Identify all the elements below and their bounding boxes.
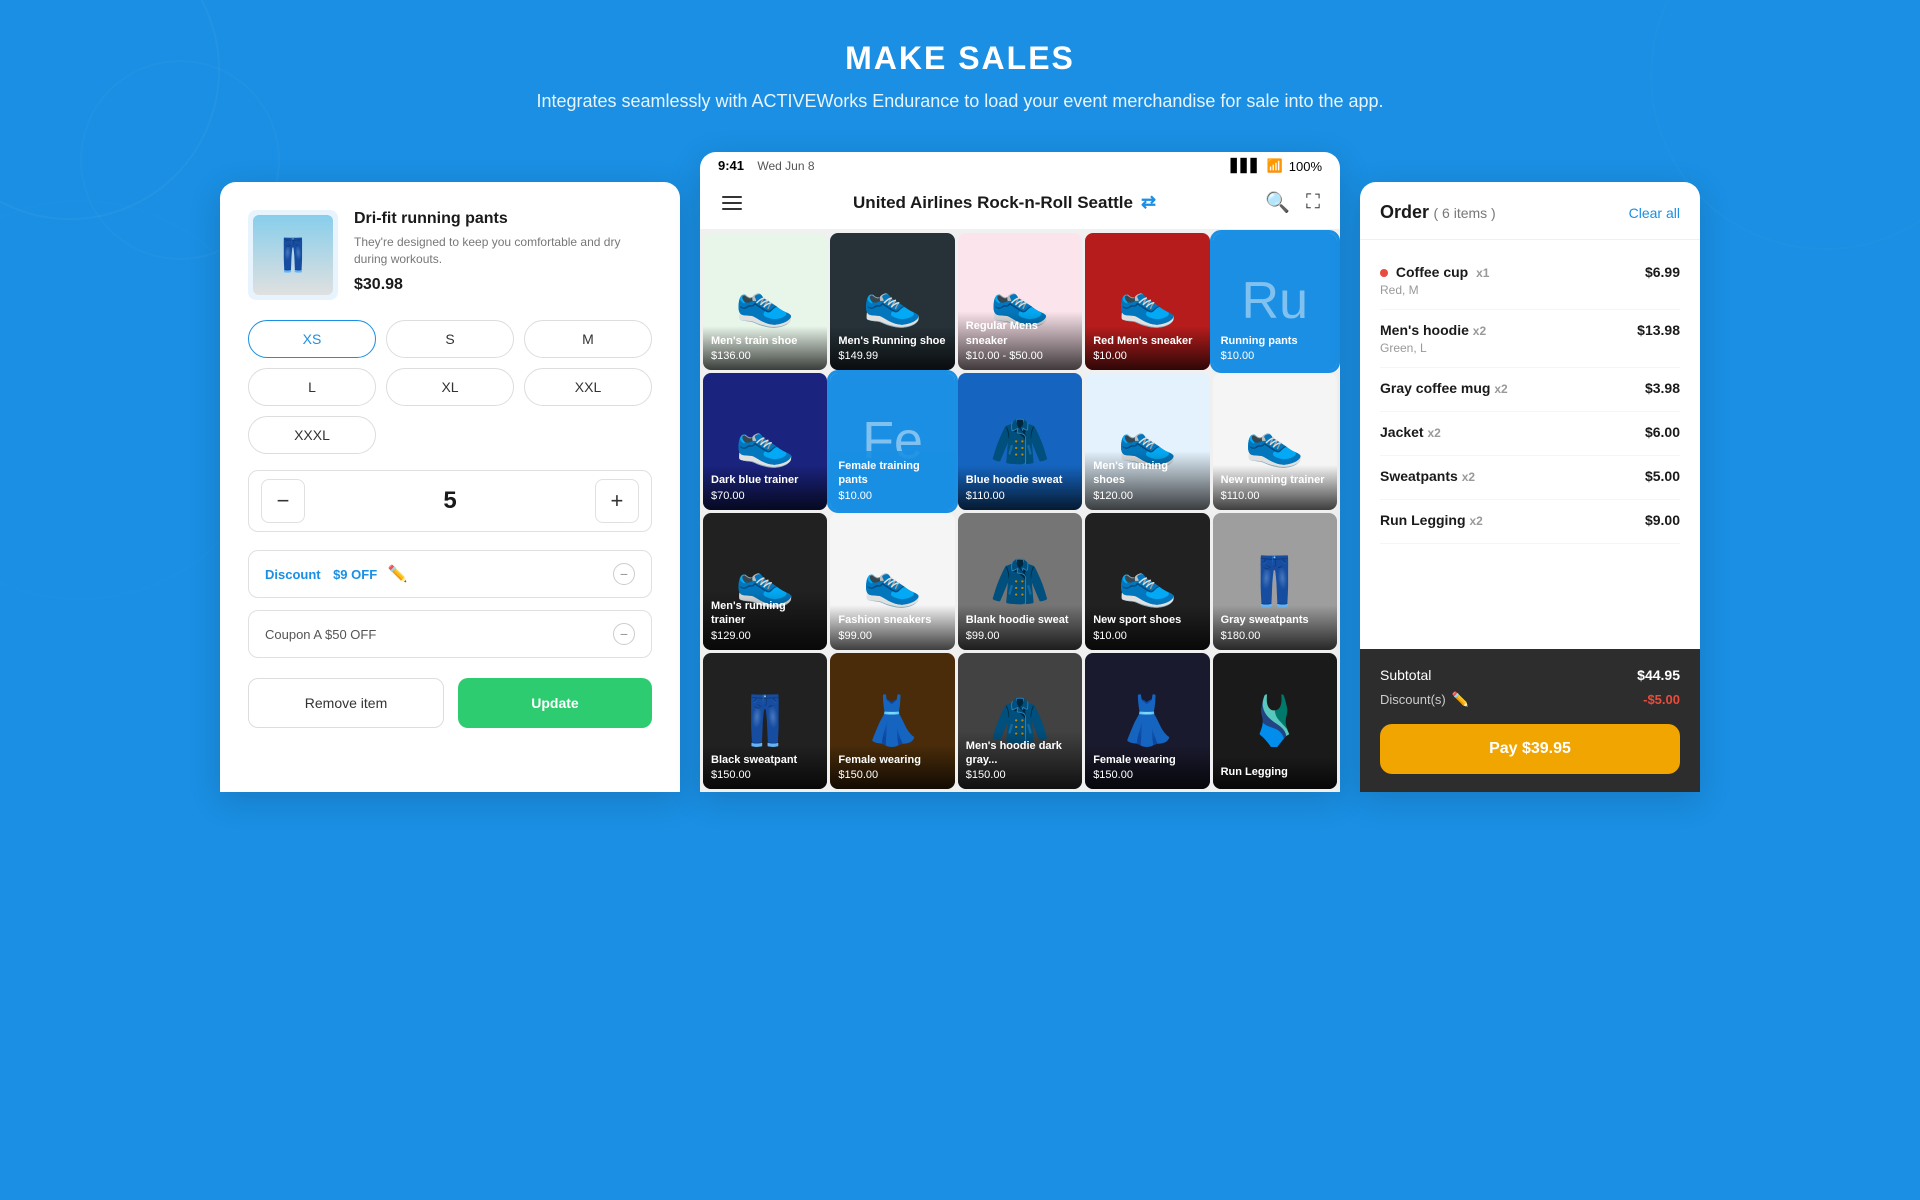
discount-footer-row: Discount(s) ✏️ -$5.00: [1380, 691, 1680, 708]
quantity-increase[interactable]: +: [595, 479, 639, 523]
coupon-remove-button[interactable]: −: [613, 623, 635, 645]
main-wrapper: 👖 Dri-fit running pants They're designed…: [0, 152, 1920, 792]
order-item-sweatpants: Sweatpants x2 $5.00: [1380, 456, 1680, 500]
quantity-decrease[interactable]: −: [261, 479, 305, 523]
page-title: MAKE SALES: [20, 40, 1900, 77]
signal-icon: ▋▋▋: [1231, 158, 1261, 174]
expand-icon[interactable]: ⛶: [1306, 191, 1320, 214]
order-title-group: Order ( 6 items ): [1380, 202, 1496, 223]
discount-remove-button[interactable]: −: [613, 563, 635, 585]
pay-button[interactable]: Pay $39.95: [1380, 724, 1680, 774]
product-card-run-legging[interactable]: 🩱 Run Legging: [1213, 653, 1337, 790]
status-bar: 9:41 Wed Jun 8 ▋▋▋ 📶 100%: [700, 152, 1340, 176]
product-card-female-wearing-2[interactable]: 👗 Female wearing $150.00: [1085, 653, 1209, 790]
order-header: Order ( 6 items ) Clear all: [1360, 182, 1700, 240]
subtotal-row: Subtotal $44.95: [1380, 667, 1680, 683]
discount-footer-value: -$5.00: [1643, 692, 1680, 707]
product-card-regular-sneaker[interactable]: 👟 Regular Mens sneaker $10.00 - $50.00: [958, 233, 1082, 370]
products-grid: 👟 Men's train shoe $136.00 👟 Men's Runni…: [700, 230, 1340, 792]
product-detail-panel: 👖 Dri-fit running pants They're designed…: [220, 182, 680, 792]
product-card-blank-hoodie[interactable]: 🧥 Blank hoodie sweat $99.00: [958, 513, 1082, 650]
remove-item-button[interactable]: Remove item: [248, 678, 444, 728]
order-item-run-legging: Run Legging x2 $9.00: [1380, 500, 1680, 544]
product-card-fashion-sneakers[interactable]: 👟 Fashion sneakers $99.00: [830, 513, 954, 650]
product-card-mens-hoodie-dark-gray[interactable]: 🧥 Men's hoodie dark gray... $150.00: [958, 653, 1082, 790]
product-card-mens-running-trainer[interactable]: 👟 Men's running trainer $129.00: [703, 513, 827, 650]
coupon-label: Coupon A $50 OFF: [265, 627, 376, 642]
quantity-value: 5: [443, 487, 456, 515]
order-panel: Order ( 6 items ) Clear all Coffee cup x…: [1360, 182, 1700, 792]
size-m[interactable]: M: [524, 320, 652, 358]
size-l[interactable]: L: [248, 368, 376, 406]
time-display: 9:41 Wed Jun 8: [718, 158, 815, 174]
search-icon[interactable]: 🔍: [1265, 190, 1290, 215]
product-card-gray-sweatpants[interactable]: 👖 Gray sweatpants $180.00: [1213, 513, 1337, 650]
size-s[interactable]: S: [386, 320, 514, 358]
size-xxl[interactable]: XXL: [524, 368, 652, 406]
discount-edit-icon[interactable]: ✏️: [388, 566, 408, 583]
order-item-gray-coffee-mug: Gray coffee mug x2 $3.98: [1380, 368, 1680, 412]
clear-all-button[interactable]: Clear all: [1629, 205, 1680, 221]
product-card-new-sport-shoes[interactable]: 👟 New sport shoes $10.00: [1085, 513, 1209, 650]
product-card-blue-hoodie[interactable]: 🧥 Blue hoodie sweat $110.00: [958, 373, 1082, 510]
battery-text: 100%: [1289, 159, 1322, 174]
subtotal-label: Subtotal: [1380, 667, 1431, 683]
update-button[interactable]: Update: [458, 678, 652, 728]
order-item-jacket: Jacket x2 $6.00: [1380, 412, 1680, 456]
discount-label: Discount $9 OFF ✏️: [265, 564, 408, 584]
discount-footer-label: Discount(s) ✏️: [1380, 691, 1469, 708]
product-card-dark-blue-trainer[interactable]: 👟 Dark blue trainer $70.00: [703, 373, 827, 510]
action-buttons: Remove item Update: [248, 678, 652, 728]
coupon-row: Coupon A $50 OFF −: [248, 610, 652, 658]
page-header: MAKE SALES Integrates seamlessly with AC…: [0, 0, 1920, 142]
order-item-coffee-cup: Coffee cup x1 Red, M $6.99: [1380, 252, 1680, 310]
size-selector: XS S M L XL XXL XXXL: [248, 320, 652, 454]
discount-label-text: Discount: [265, 567, 321, 582]
topbar-icons: 🔍 ⛶: [1265, 190, 1320, 215]
size-xl[interactable]: XL: [386, 368, 514, 406]
order-count: ( 6 items ): [1433, 205, 1495, 221]
discount-amount: $9 OFF: [333, 567, 377, 582]
product-name: Dri-fit running pants: [354, 210, 652, 228]
wifi-icon: 📶: [1267, 158, 1283, 174]
store-topbar: United Airlines Rock-n-Roll Seattle ⇄ 🔍 …: [700, 176, 1340, 230]
product-header: 👖 Dri-fit running pants They're designed…: [248, 210, 652, 300]
coffee-dot-icon: [1380, 269, 1388, 277]
subtotal-value: $44.95: [1637, 667, 1680, 683]
product-card-black-sweatpant[interactable]: 👖 Black sweatpant $150.00: [703, 653, 827, 790]
size-xs[interactable]: XS: [248, 320, 376, 358]
product-card-mens-running-shoes[interactable]: 👟 Men's running shoes $120.00: [1085, 373, 1209, 510]
order-items-list: Coffee cup x1 Red, M $6.99 Men's hoodie …: [1360, 240, 1700, 649]
quantity-control: − 5 +: [248, 470, 652, 532]
status-icons: ▋▋▋ 📶 100%: [1231, 158, 1322, 174]
discount-row: Discount $9 OFF ✏️ −: [248, 550, 652, 598]
size-xxxl[interactable]: XXXL: [248, 416, 376, 454]
product-card-train-shoe[interactable]: 👟 Men's train shoe $136.00: [703, 233, 827, 370]
hamburger-menu-icon[interactable]: [720, 194, 744, 212]
product-info: Dri-fit running pants They're designed t…: [354, 210, 652, 300]
product-card-female-training-pants[interactable]: Fe Female training pants $10.00: [830, 373, 954, 510]
running-pants-placeholder: Ru: [1242, 271, 1308, 331]
product-card-female-wearing-1[interactable]: 👗 Female wearing $150.00: [830, 653, 954, 790]
product-card-red-sneaker[interactable]: 👟 Red Men's sneaker $10.00: [1085, 233, 1209, 370]
order-item-mens-hoodie: Men's hoodie x2 Green, L $13.98: [1380, 310, 1680, 368]
page-subtitle: Integrates seamlessly with ACTIVEWorks E…: [20, 91, 1900, 112]
product-card-new-running-trainer[interactable]: 👟 New running trainer $110.00: [1213, 373, 1337, 510]
product-card-running-shoe[interactable]: 👟 Men's Running shoe $149.99: [830, 233, 954, 370]
order-footer: Subtotal $44.95 Discount(s) ✏️ -$5.00 Pa…: [1360, 649, 1700, 792]
discount-edit-icon-footer[interactable]: ✏️: [1452, 691, 1469, 708]
product-description: They're designed to keep you comfortable…: [354, 234, 652, 268]
product-price: $30.98: [354, 276, 652, 294]
product-image: 👖: [248, 210, 338, 300]
store-name: United Airlines Rock-n-Roll Seattle ⇄: [853, 192, 1156, 213]
product-card-running-pants[interactable]: Ru Running pants $10.00: [1213, 233, 1337, 370]
transfer-icon[interactable]: ⇄: [1141, 192, 1156, 213]
product-grid-panel: 9:41 Wed Jun 8 ▋▋▋ 📶 100% United Airline…: [700, 152, 1340, 792]
order-title: Order: [1380, 202, 1429, 222]
